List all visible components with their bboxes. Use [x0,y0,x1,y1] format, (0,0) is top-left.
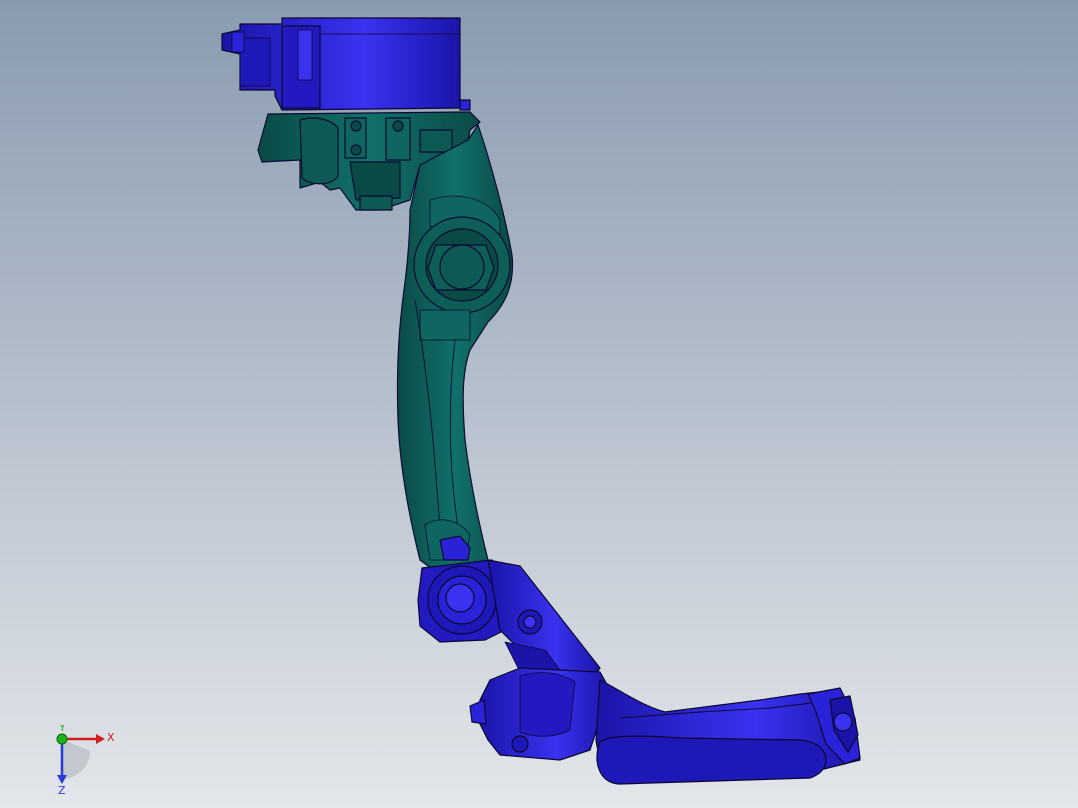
z-axis-label: Z [58,784,66,795]
3d-viewport[interactable]: X Y Z [0,0,1078,808]
y-axis-label: Y [58,725,66,734]
x-axis-label: X [107,731,115,744]
axis-triad: X Y Z [56,725,115,795]
triad-plane [62,739,90,779]
y-axis-arrow [56,733,68,745]
robot-model-scene[interactable] [0,0,1078,808]
